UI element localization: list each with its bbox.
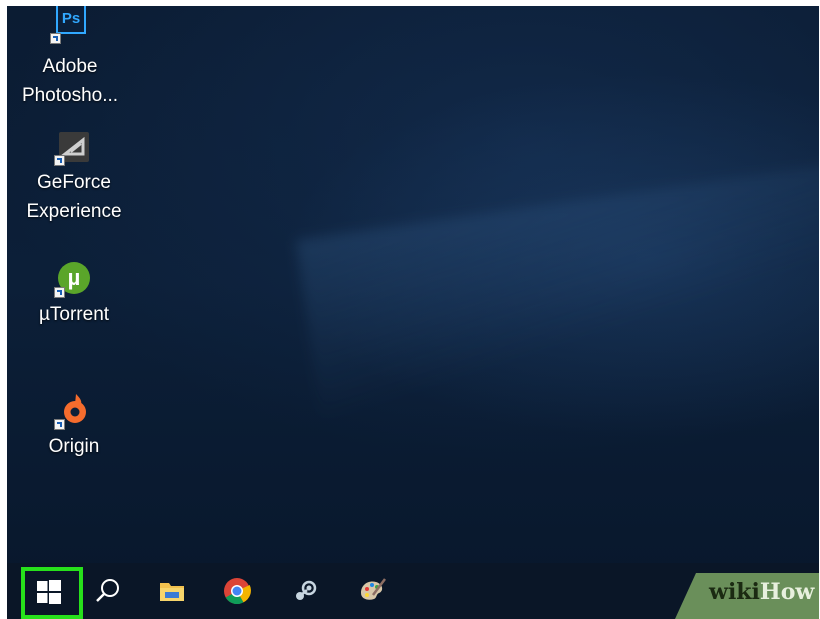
windows-logo-icon [37,580,61,604]
shortcut-arrow-icon [54,287,65,298]
folder-icon [160,583,184,601]
desktop-icon-label: Adobe Photosho... [10,52,130,110]
label-line-1: µTorrent [38,304,110,325]
desktop-icon-origin[interactable]: Origin [14,392,134,461]
photoshop-icon: Ps [50,6,88,48]
wikihow-watermark: wikiHow [675,573,819,619]
desktop-icon-geforce[interactable]: GeForce Experience [14,128,134,226]
origin-icon [54,392,92,430]
chrome-icon [224,578,251,605]
watermark-wiki: wiki [709,579,760,605]
start-button[interactable] [17,563,83,619]
shortcut-arrow-icon [54,419,65,430]
geforce-experience-icon [54,128,92,166]
desktop-icon-label: GeForce Experience [14,168,134,226]
file-explorer-button[interactable] [147,563,199,619]
label-line-2: Photosho... [21,85,119,106]
wikihow-logo: wikiHow [709,579,814,605]
wallpaper-light-beam [296,153,819,439]
shortcut-arrow-icon [54,155,65,166]
paint-palette-icon [361,578,386,600]
label-line-1: Origin [48,436,100,457]
paint-button[interactable] [345,563,397,619]
desktop: Ps Adobe Photosho... GeForce Experience … [7,6,819,619]
search-icon [96,579,119,602]
search-button[interactable] [81,563,133,619]
desktop-icon-utorrent[interactable]: µ µTorrent [14,260,134,329]
shortcut-arrow-icon [50,33,61,44]
taskbar: wikiHow [7,563,819,619]
desktop-icon-label: µTorrent [14,300,134,329]
steam-icon [296,580,317,600]
label-line-2: Experience [26,201,122,222]
utorrent-icon: µ [54,260,92,298]
label-line-1: GeForce [37,172,111,193]
label-line-1: Adobe [42,56,98,77]
watermark-how: How [759,579,815,605]
photoshop-logo-text: Ps [56,6,86,34]
desktop-icon-photoshop[interactable]: Ps Adobe Photosho... [10,6,130,110]
desktop-icon-label: Origin [14,432,134,461]
steam-button[interactable] [279,563,331,619]
chrome-button[interactable] [211,563,263,619]
